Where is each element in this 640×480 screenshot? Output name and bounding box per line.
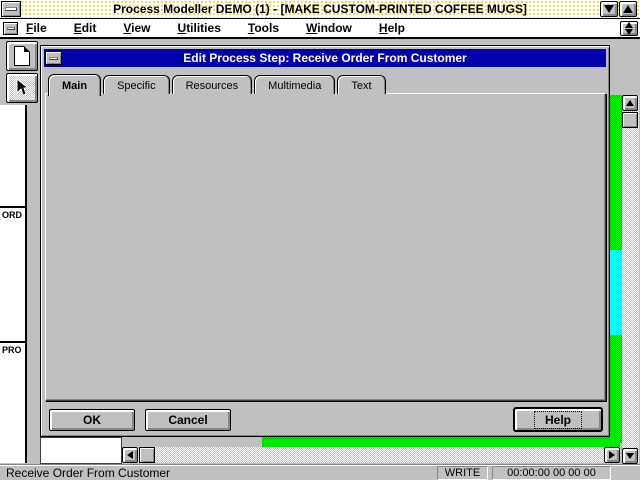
lane-divider — [0, 341, 25, 343]
cancel-button[interactable]: Cancel — [145, 409, 231, 431]
ok-button[interactable]: OK — [49, 409, 135, 431]
menu-file[interactable]: File — [26, 21, 47, 35]
menu-tools[interactable]: Tools — [248, 21, 279, 35]
maximize-icon — [623, 5, 633, 13]
minimize-icon — [604, 5, 614, 13]
app-titlebar: Process Modeller DEMO (1) - [MAKE CUSTOM… — [0, 0, 640, 19]
new-page-icon — [14, 46, 30, 66]
tab-content-panel — [45, 93, 606, 401]
tab-bar: Main Specific Resources Multimedia Text — [48, 72, 388, 94]
vertical-scrollbar[interactable] — [622, 95, 639, 464]
lane-label-processing: PRO — [2, 345, 22, 355]
map-canvas-fragment — [40, 437, 122, 464]
scroll-down-button[interactable] — [622, 448, 638, 464]
map-green-region — [262, 437, 620, 447]
edit-process-step-dialog: Edit Process Step: Receive Order From Cu… — [40, 45, 610, 437]
status-bar: Receive Order From Customer WRITE 00:00:… — [0, 464, 640, 480]
horizontal-scrollbar-thumb[interactable] — [139, 447, 155, 463]
cancel-button-label: Cancel — [168, 413, 207, 427]
tab-specific[interactable]: Specific — [103, 75, 170, 94]
menu-window[interactable]: Window — [306, 21, 352, 35]
dialog-title: Edit Process Step: Receive Order From Cu… — [44, 51, 606, 65]
lane-label-order: ORD — [2, 210, 22, 220]
menu-help[interactable]: Help — [379, 21, 405, 35]
minimize-button[interactable] — [600, 1, 618, 17]
status-mode-indicator: WRITE — [437, 466, 488, 480]
scroll-right-icon — [609, 451, 615, 459]
scroll-up-icon — [626, 100, 634, 106]
arrow-cursor-icon — [14, 79, 30, 97]
tab-multimedia[interactable]: Multimedia — [254, 75, 335, 94]
vertical-scrollbar-thumb[interactable] — [622, 112, 638, 128]
help-button-label: Help — [534, 411, 582, 429]
help-button[interactable]: Help — [514, 408, 602, 431]
dialog-titlebar: Edit Process Step: Receive Order From Cu… — [44, 49, 606, 67]
new-diagram-tool-button[interactable] — [6, 41, 38, 71]
document-system-menu-button[interactable] — [3, 22, 18, 35]
horizontal-scrollbar[interactable] — [122, 447, 620, 463]
status-clock: 00:00:00 00 00 00 — [492, 466, 611, 480]
scroll-right-button[interactable] — [604, 447, 620, 463]
app-title: Process Modeller DEMO (1) - [MAKE CUSTOM… — [0, 2, 640, 16]
maximize-button[interactable] — [619, 1, 637, 17]
system-menu-dash-icon — [7, 27, 15, 30]
map-green-region — [610, 335, 622, 443]
restore-up-icon — [625, 22, 633, 28]
tab-main[interactable]: Main — [48, 74, 101, 96]
map-cyan-region — [610, 250, 622, 335]
restore-down-icon — [625, 29, 633, 35]
scroll-down-icon — [626, 453, 634, 459]
menu-bar: File Edit View Utilities Tools Window He… — [0, 19, 640, 39]
map-green-region — [610, 95, 622, 250]
tab-text[interactable]: Text — [337, 75, 385, 94]
scroll-up-button[interactable] — [622, 95, 638, 111]
document-restore-button[interactable] — [620, 21, 638, 36]
menu-view[interactable]: View — [123, 21, 150, 35]
tab-resources[interactable]: Resources — [172, 75, 253, 94]
lane-divider — [0, 206, 25, 208]
menu-utilities[interactable]: Utilities — [178, 21, 221, 35]
select-tool-button[interactable] — [6, 73, 38, 103]
scroll-left-icon — [127, 451, 133, 459]
ok-button-label: OK — [83, 413, 101, 427]
scroll-left-button[interactable] — [122, 447, 138, 463]
status-message: Receive Order From Customer — [6, 466, 170, 480]
menu-edit[interactable]: Edit — [74, 21, 97, 35]
